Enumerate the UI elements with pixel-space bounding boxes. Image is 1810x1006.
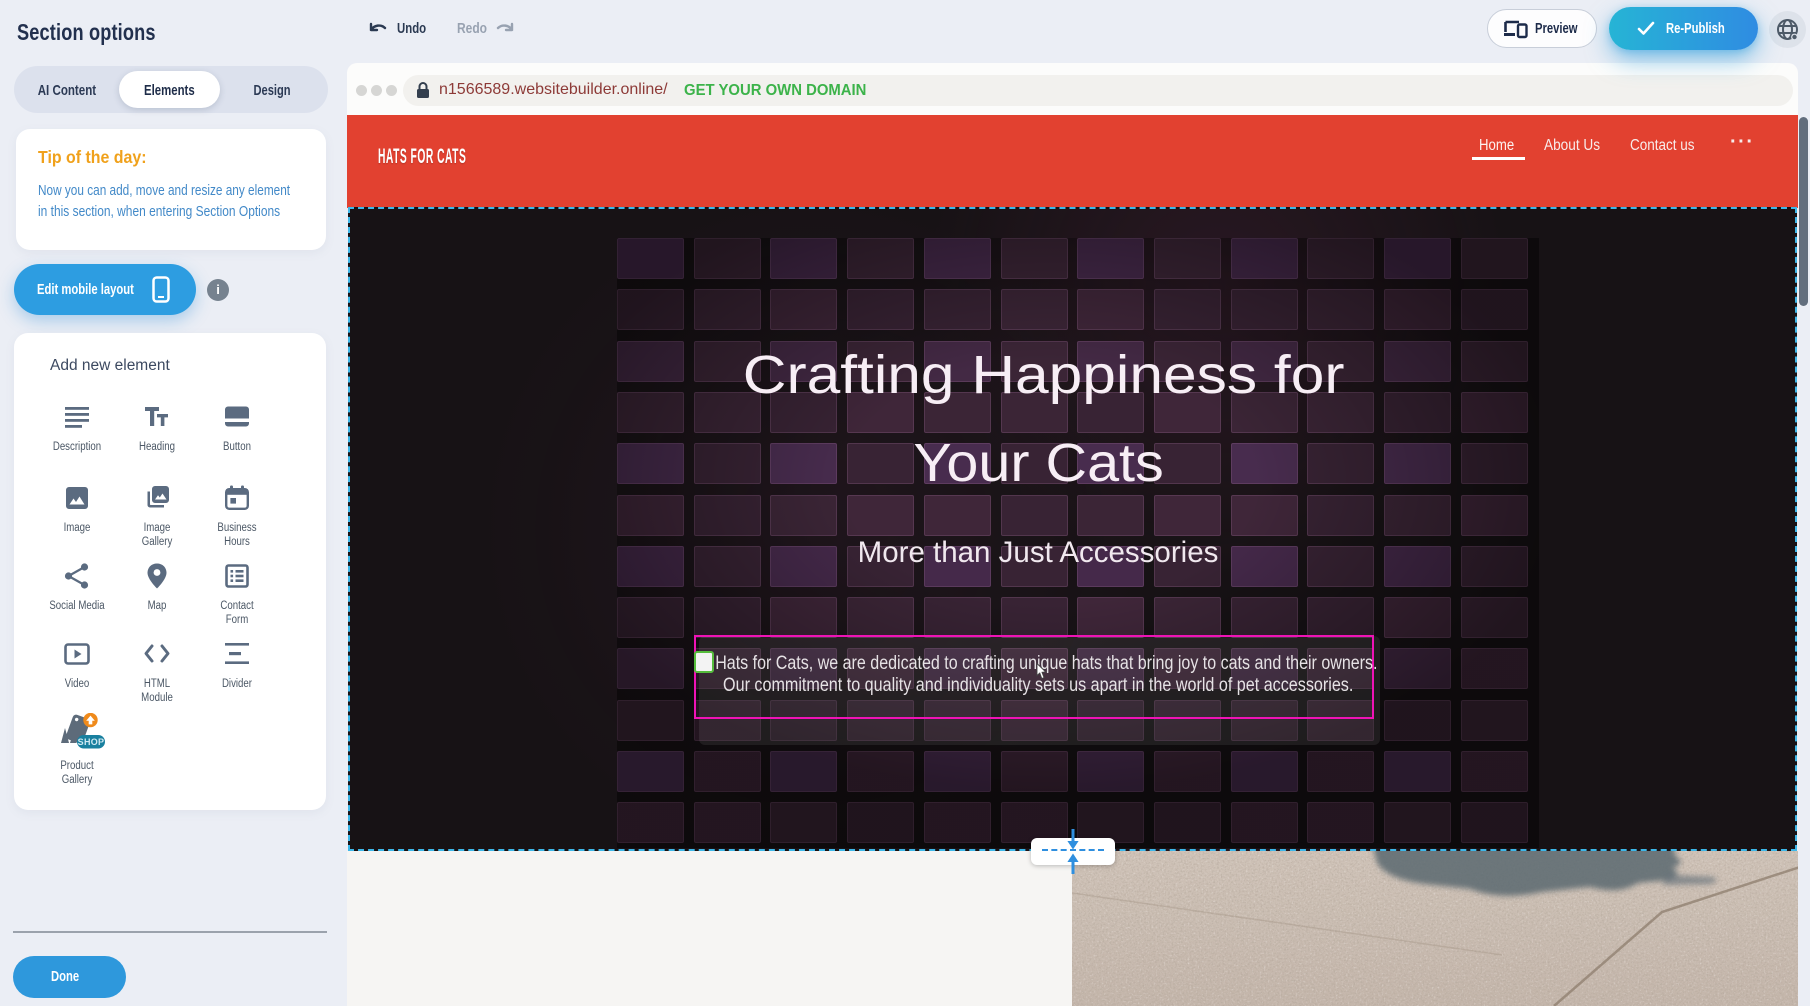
svg-text:SHOP: SHOP	[78, 737, 105, 747]
